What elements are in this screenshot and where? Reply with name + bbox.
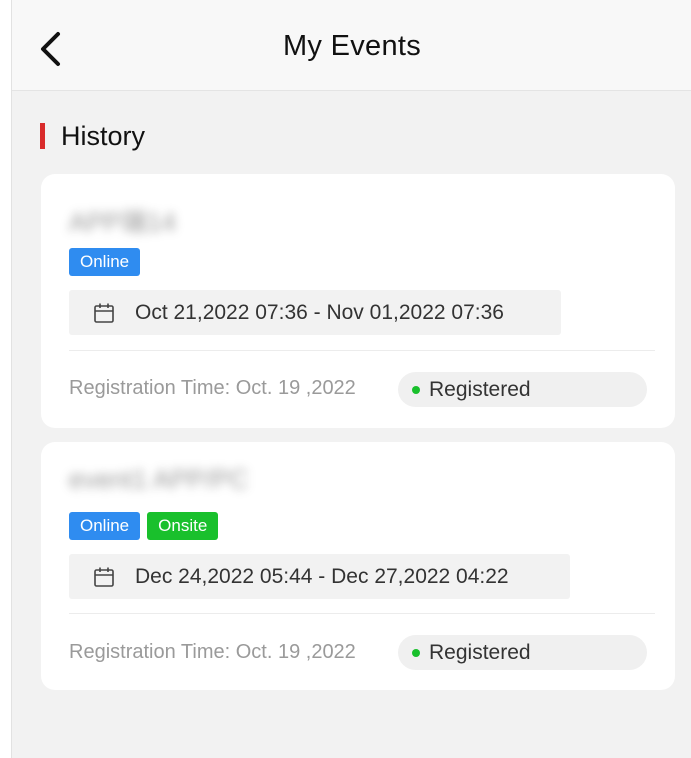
card-divider [69, 613, 655, 614]
event-tags: Online Onsite [69, 512, 219, 540]
status-text: Registered [429, 640, 531, 664]
status-badge: Registered [398, 372, 647, 407]
date-range-text: Dec 24,2022 05:44 - Dec 27,2022 04:22 [135, 564, 509, 588]
top-nav-bar: My Events [12, 0, 691, 91]
tag-online: Online [69, 512, 141, 540]
date-range-text: Oct 21,2022 07:36 - Nov 01,2022 07:36 [135, 300, 504, 324]
tag-onsite: Onsite [147, 512, 219, 540]
app-screen: My Events History APP端14 Online Oct 21,2… [11, 0, 691, 758]
event-date-range: Oct 21,2022 07:36 - Nov 01,2022 07:36 [69, 290, 561, 335]
status-dot-icon [412, 385, 420, 394]
section-accent-bar [40, 123, 45, 149]
event-tags: Online [69, 248, 141, 276]
page-title: My Events [282, 30, 422, 62]
status-badge: Registered [398, 635, 647, 670]
calendar-icon [94, 303, 114, 323]
tag-online: Online [69, 248, 141, 276]
event-date-range: Dec 24,2022 05:44 - Dec 27,2022 04:22 [69, 554, 570, 599]
calendar-icon [94, 567, 114, 587]
section-title: History [61, 120, 146, 151]
registration-time: Registration Time: Oct. 19 ,2022 [69, 641, 356, 663]
event-title: event1 APP/PC [69, 464, 249, 494]
history-section-heading: History [40, 120, 145, 152]
event-title: APP端14 [69, 207, 176, 237]
event-card[interactable]: APP端14 Online Oct 21,2022 07:36 - Nov 01… [41, 174, 675, 428]
status-dot-icon [412, 648, 420, 657]
status-text: Registered [429, 377, 531, 401]
registration-time: Registration Time: Oct. 19 ,2022 [69, 377, 356, 399]
card-divider [69, 350, 655, 351]
event-card[interactable]: event1 APP/PC Online Onsite Dec 24,2022 … [41, 442, 675, 690]
